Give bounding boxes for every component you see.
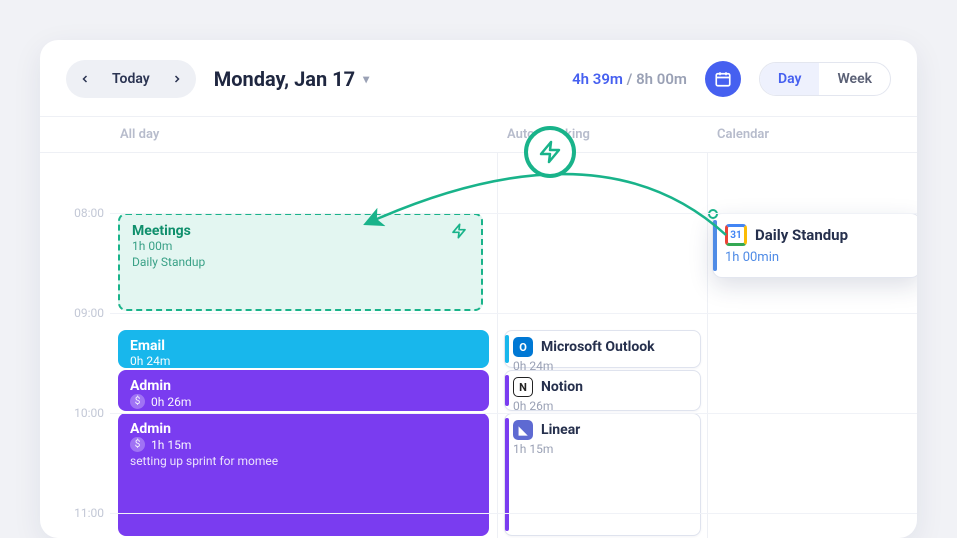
app-name: Microsoft Outlook bbox=[541, 339, 655, 355]
app-name: Notion bbox=[541, 379, 583, 395]
column-auto-label: Auto-Tracking bbox=[497, 127, 707, 142]
column-calendar-label: Calendar bbox=[707, 127, 917, 142]
caret-down-icon: ▾ bbox=[363, 72, 369, 86]
date-title[interactable]: Monday, Jan 17 ▾ bbox=[214, 67, 369, 91]
accent-bar bbox=[713, 220, 717, 271]
time-block-admin[interactable]: Admin $1h 15m setting up sprint for mome… bbox=[118, 413, 489, 536]
block-title: Meetings bbox=[132, 223, 469, 239]
next-day-button[interactable] bbox=[162, 64, 192, 94]
notion-icon: N bbox=[513, 377, 533, 397]
calendar-icon bbox=[714, 70, 732, 88]
sync-dot bbox=[708, 209, 718, 219]
auto-tracking-track[interactable]: O Microsoft Outlook 0h 24m N Notion 0h 2… bbox=[497, 153, 707, 538]
block-duration: 1h 00m bbox=[132, 239, 469, 253]
main-track[interactable]: Meetings 1h 00m Daily Standup Email 0h 2… bbox=[110, 153, 497, 538]
prev-day-button[interactable] bbox=[70, 64, 100, 94]
accent-bar bbox=[505, 375, 509, 406]
calendar-grid: 08:00 09:00 10:00 11:00 Meetings 1h 00m Dai… bbox=[40, 153, 917, 538]
hour-label: 09:00 bbox=[40, 306, 104, 320]
chevron-left-icon bbox=[79, 73, 91, 85]
block-duration: 0h 24m bbox=[130, 354, 477, 368]
block-title: Email bbox=[130, 338, 477, 354]
today-button[interactable]: Today bbox=[100, 64, 162, 94]
bolt-icon bbox=[451, 223, 467, 239]
currency-icon: $ bbox=[130, 437, 145, 452]
block-duration: $1h 15m bbox=[130, 437, 477, 452]
google-calendar-icon: 31 bbox=[725, 224, 747, 246]
block-note: Daily Standup bbox=[132, 255, 469, 269]
column-allday-label: All day bbox=[110, 127, 497, 142]
linear-icon: ◣ bbox=[513, 420, 533, 440]
range-week-option[interactable]: Week bbox=[819, 63, 890, 95]
time-summary: 4h 39m / 8h 00m bbox=[572, 70, 687, 88]
column-headers: All day Auto-Tracking Calendar bbox=[40, 116, 917, 153]
event-title: Daily Standup bbox=[755, 226, 848, 244]
accent-bar bbox=[505, 335, 509, 363]
time-gutter: 08:00 09:00 10:00 11:00 bbox=[40, 153, 110, 538]
hour-label: 08:00 bbox=[40, 206, 104, 220]
date-title-text: Monday, Jan 17 bbox=[214, 67, 355, 91]
range-toggle: Day Week bbox=[759, 62, 891, 96]
block-duration: $0h 26m bbox=[130, 394, 477, 409]
date-nav-group: Today bbox=[66, 60, 196, 98]
event-duration: 1h 00min bbox=[725, 250, 908, 265]
time-block-email[interactable]: Email 0h 24m bbox=[118, 330, 489, 368]
block-title: Admin bbox=[130, 378, 477, 394]
hour-label: 11:00 bbox=[40, 506, 104, 520]
calendar-event-standup[interactable]: 31 Daily Standup 1h 00min bbox=[712, 213, 917, 278]
header: Today Monday, Jan 17 ▾ 4h 39m / 8h 00m D… bbox=[40, 40, 917, 116]
card-duration: 1h 15m bbox=[513, 442, 692, 456]
time-block-admin[interactable]: Admin $0h 26m bbox=[118, 370, 489, 411]
auto-tracking-card-linear[interactable]: ◣ Linear 1h 15m bbox=[504, 413, 701, 536]
block-title: Admin bbox=[130, 421, 477, 437]
auto-tracking-card-outlook[interactable]: O Microsoft Outlook 0h 24m bbox=[504, 330, 701, 368]
currency-icon: $ bbox=[130, 394, 145, 409]
hour-label: 10:00 bbox=[40, 406, 104, 420]
chevron-right-icon bbox=[171, 73, 183, 85]
app-card: Today Monday, Jan 17 ▾ 4h 39m / 8h 00m D… bbox=[40, 40, 917, 538]
calendar-icon-button[interactable] bbox=[705, 61, 741, 97]
time-block-meetings[interactable]: Meetings 1h 00m Daily Standup bbox=[118, 213, 483, 311]
time-active: 4h 39m bbox=[572, 70, 623, 88]
calendar-track[interactable]: 31 Daily Standup 1h 00min bbox=[707, 153, 917, 538]
range-day-option[interactable]: Day bbox=[760, 63, 820, 95]
time-total: 8h 00m bbox=[636, 70, 687, 88]
block-note: setting up sprint for momee bbox=[130, 454, 477, 468]
accent-bar bbox=[505, 418, 509, 531]
auto-tracking-card-notion[interactable]: N Notion 0h 26m bbox=[504, 370, 701, 411]
card-duration: 0h 26m bbox=[513, 399, 692, 413]
outlook-icon: O bbox=[513, 337, 533, 357]
app-name: Linear bbox=[541, 422, 580, 438]
